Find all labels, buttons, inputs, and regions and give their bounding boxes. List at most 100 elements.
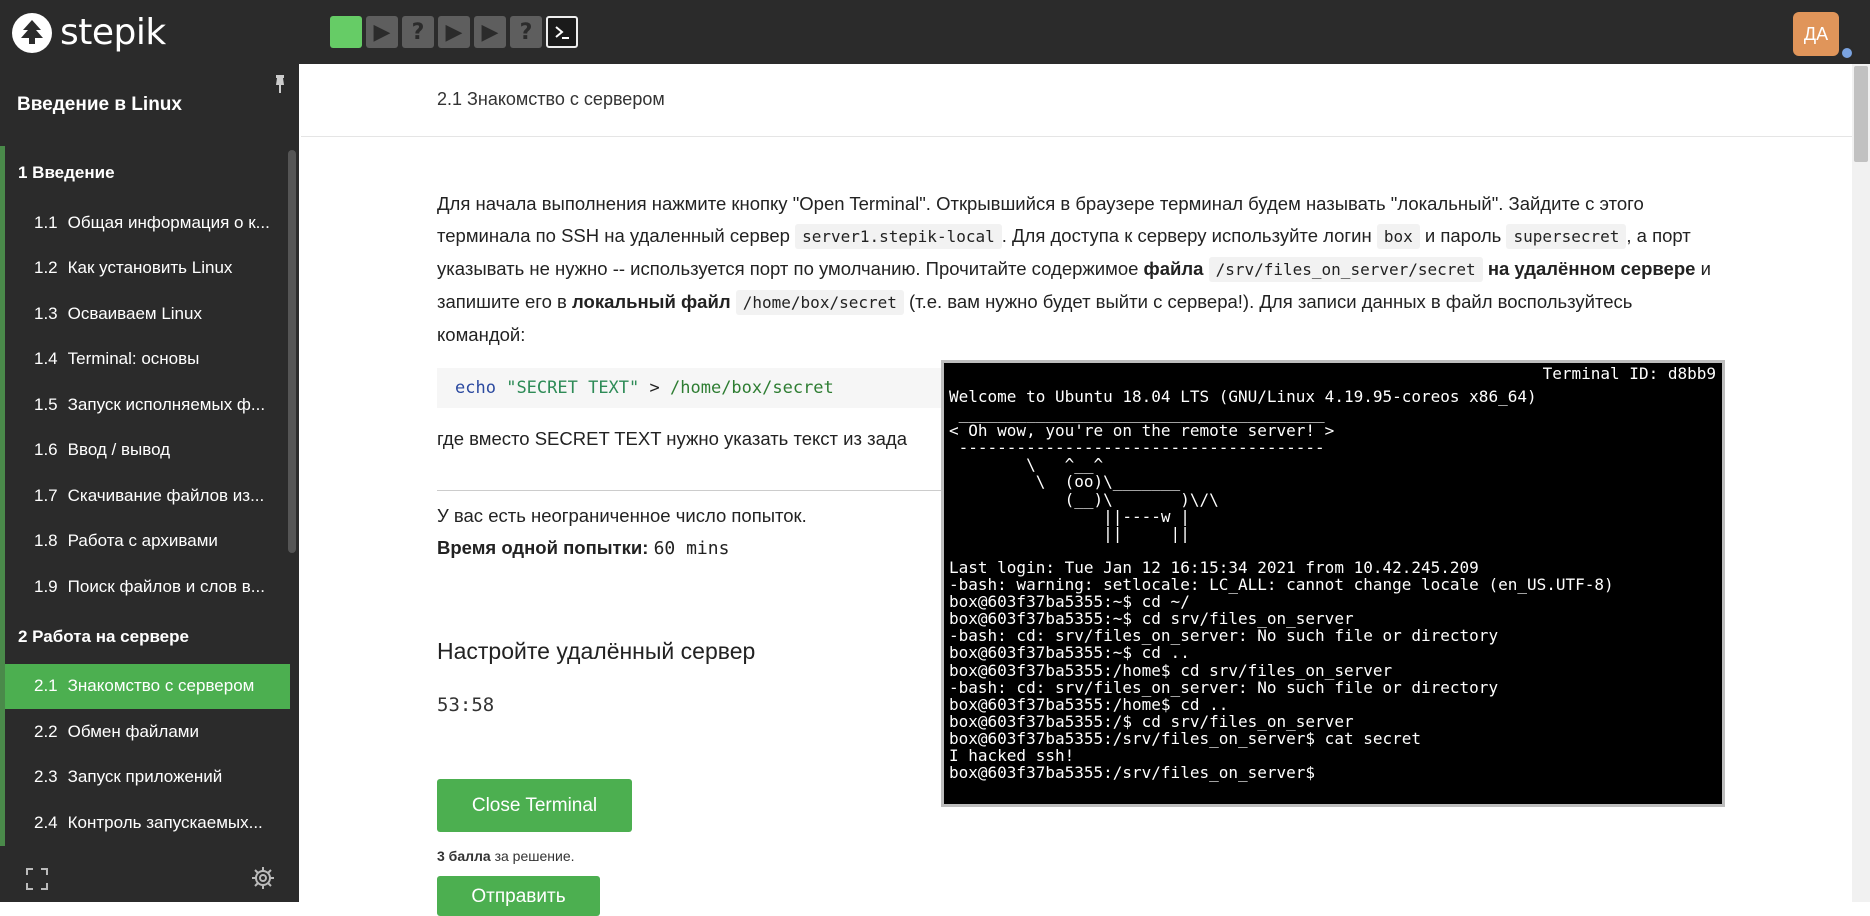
step-5[interactable]: ▶ bbox=[474, 16, 506, 48]
score-points: 3 балла bbox=[437, 848, 491, 864]
lesson-1-5[interactable]: 1.5 Запуск исполняемых ф... bbox=[5, 382, 290, 428]
question-icon: ? bbox=[411, 19, 425, 45]
login-code: box bbox=[1376, 224, 1420, 249]
lesson-label: Terminal: основы bbox=[67, 349, 200, 369]
lesson-1-7[interactable]: 1.7 Скачивание файлов из... bbox=[5, 473, 290, 519]
lesson-1-6[interactable]: 1.6 Ввод / вывод bbox=[5, 428, 290, 474]
section-divider bbox=[437, 490, 957, 491]
step-navigation: ▶ ? ▶ ▶ ? bbox=[330, 16, 582, 48]
close-terminal-button[interactable]: Close Terminal bbox=[437, 779, 632, 832]
lesson-num: 1.7 bbox=[34, 485, 58, 505]
section-1[interactable]: 1 Введение bbox=[5, 146, 290, 200]
page-scrollbar[interactable] bbox=[1852, 64, 1870, 902]
terminal-line: box@603f37ba5355:~$ cd .. bbox=[949, 643, 1190, 663]
local-path-code: /home/box/secret bbox=[735, 290, 904, 315]
bold-text: файла bbox=[1143, 258, 1204, 279]
terminal-line: (__)\ )\/\ bbox=[949, 489, 1219, 509]
section-heading: Настройте удалённый сервер bbox=[437, 638, 756, 664]
lesson-label: Общая информация о к... bbox=[67, 212, 270, 232]
terminal-line: Last login: Tue Jan 12 16:15:34 2021 fro… bbox=[949, 557, 1479, 577]
terminal-header: Terminal ID: d8bb9 bbox=[944, 363, 1722, 384]
terminal-line: Welcome to Ubuntu 18.04 LTS (GNU/Linux 4… bbox=[949, 387, 1537, 406]
play-icon: ▶ bbox=[445, 19, 463, 45]
score-info: 3 балла за решение. bbox=[437, 848, 575, 864]
terminal-window[interactable]: Terminal ID: d8bb9 Welcome to Ubuntu 18.… bbox=[941, 360, 1725, 807]
time-label: Время одной попытки: bbox=[437, 537, 649, 558]
terminal-line: I hacked ssh! bbox=[949, 745, 1075, 765]
step-4[interactable]: ▶ bbox=[438, 16, 470, 48]
pin-icon[interactable] bbox=[272, 74, 288, 94]
stepik-logo[interactable]: stepik bbox=[12, 12, 166, 53]
fullscreen-icon[interactable] bbox=[26, 868, 48, 890]
terminal-line: || || bbox=[949, 523, 1190, 543]
code-block: echo "SECRET TEXT" > /home/box/secret bbox=[437, 368, 957, 408]
terminal-id: Terminal ID: d8bb9 bbox=[1542, 364, 1716, 383]
top-bar: stepik ▶ ? ▶ ▶ ? ДА bbox=[0, 0, 1870, 64]
lesson-1-2[interactable]: 1.2 Как установить Linux bbox=[5, 246, 290, 292]
settings-gear-icon[interactable] bbox=[251, 866, 275, 890]
lesson-1-3[interactable]: 1.3 Осваиваем Linux bbox=[5, 291, 290, 337]
course-sidebar: Введение в Linux 1 Введение 1.1 Общая инф… bbox=[0, 64, 299, 902]
lesson-label: Обмен файлами bbox=[67, 721, 199, 741]
play-icon: ▶ bbox=[373, 19, 391, 45]
terminal-output[interactable]: Welcome to Ubuntu 18.04 LTS (GNU/Linux 4… bbox=[944, 384, 1722, 781]
lesson-1-1[interactable]: 1.1 Общая информация о к... bbox=[5, 200, 290, 246]
course-title[interactable]: Введение в Linux bbox=[17, 94, 182, 116]
terminal-line: box@603f37ba5355:~$ cd ~/ bbox=[949, 592, 1190, 612]
terminal-line: box@603f37ba5355:/srv/files_on_server$ c… bbox=[949, 728, 1422, 748]
lesson-num: 1.9 bbox=[34, 576, 58, 596]
terminal-line: < Oh wow, you're on the remote server! > bbox=[949, 421, 1335, 441]
lesson-2-4[interactable]: 2.4 Контроль запускаемых... bbox=[5, 800, 290, 846]
lesson-label: Работа с архивами bbox=[67, 531, 218, 551]
lesson-num: 2.3 bbox=[34, 767, 58, 787]
lesson-label: Ввод / вывод bbox=[67, 440, 171, 460]
lesson-1-4[interactable]: 1.4 Terminal: основы bbox=[5, 337, 290, 383]
lesson-2-2[interactable]: 2.2 Обмен файлами bbox=[5, 709, 290, 755]
lesson-1-8[interactable]: 1.8 Работа с архивами bbox=[5, 519, 290, 565]
step-6[interactable]: ? bbox=[510, 16, 542, 48]
page-title: 2.1 Знакомство с сервером bbox=[437, 89, 665, 109]
text: . Для доступа к серверу используйте логи… bbox=[1001, 225, 1377, 246]
countdown-timer: 53:58 bbox=[437, 694, 495, 716]
lesson-num: 1.8 bbox=[34, 531, 58, 551]
terminal-line: -bash: cd: srv/files_on_server: No such … bbox=[949, 677, 1499, 697]
lesson-2-1-active[interactable]: 2.1 Знакомство с сервером bbox=[5, 663, 290, 709]
terminal-line: box@603f37ba5355:/home$ cd .. bbox=[949, 694, 1229, 714]
lesson-label: Запуск исполняемых ф... bbox=[67, 394, 266, 414]
submit-button[interactable]: Отправить bbox=[437, 876, 600, 916]
question-icon: ? bbox=[519, 19, 533, 45]
task-description: Для начала выполнения нажмите кнопку "Op… bbox=[437, 188, 1717, 351]
terminal-line: box@603f37ba5355:/srv/files_on_server$ bbox=[949, 763, 1316, 783]
sidebar-scrollbar[interactable] bbox=[288, 150, 296, 553]
terminal-line: \ (oo)\_______ bbox=[949, 472, 1181, 492]
step-2[interactable]: ▶ bbox=[366, 16, 398, 48]
terminal-line: box@603f37ba5355:/$ cd srv/files_on_serv… bbox=[949, 711, 1354, 731]
lesson-nav: 1 Введение 1.1 Общая информация о к... 1.… bbox=[0, 146, 290, 846]
terminal-line: ||----w | bbox=[949, 506, 1190, 526]
lesson-num: 1.4 bbox=[34, 349, 58, 369]
score-text: за решение. bbox=[490, 848, 575, 864]
code-operator: > bbox=[649, 378, 660, 398]
lesson-num: 1.2 bbox=[34, 258, 58, 278]
bold-text: на удалённом сервере bbox=[1487, 258, 1696, 279]
step-1-completed[interactable] bbox=[330, 16, 362, 48]
code-command: echo bbox=[455, 378, 496, 398]
lesson-1-9[interactable]: 1.9 Поиск файлов и слов в... bbox=[5, 564, 290, 610]
lesson-num: 1.6 bbox=[34, 440, 58, 460]
lesson-label: Как установить Linux bbox=[67, 258, 233, 278]
lesson-label: Поиск файлов и слов в... bbox=[67, 576, 265, 596]
instruction-text: где вместо SECRET TEXT нужно указать тек… bbox=[437, 428, 907, 449]
section-2[interactable]: 2 Работа на сервере bbox=[5, 610, 290, 664]
logo-tree-icon bbox=[12, 12, 52, 53]
attempts-info: У вас есть неограниченное число попыток. bbox=[437, 505, 807, 526]
page-scrollbar-thumb[interactable] bbox=[1854, 66, 1868, 162]
step-3[interactable]: ? bbox=[402, 16, 434, 48]
user-avatar[interactable]: ДА bbox=[1793, 12, 1839, 56]
terminal-line: box@603f37ba5355:/home$ cd srv/files_on_… bbox=[949, 660, 1393, 680]
play-icon: ▶ bbox=[481, 19, 499, 45]
terminal-line: -------------------------------------- bbox=[949, 438, 1325, 458]
lesson-2-3[interactable]: 2.3 Запуск приложений bbox=[5, 755, 290, 801]
step-7-terminal[interactable] bbox=[546, 16, 578, 48]
terminal-line: box@603f37ba5355:~$ cd srv/files_on_serv… bbox=[949, 609, 1354, 629]
